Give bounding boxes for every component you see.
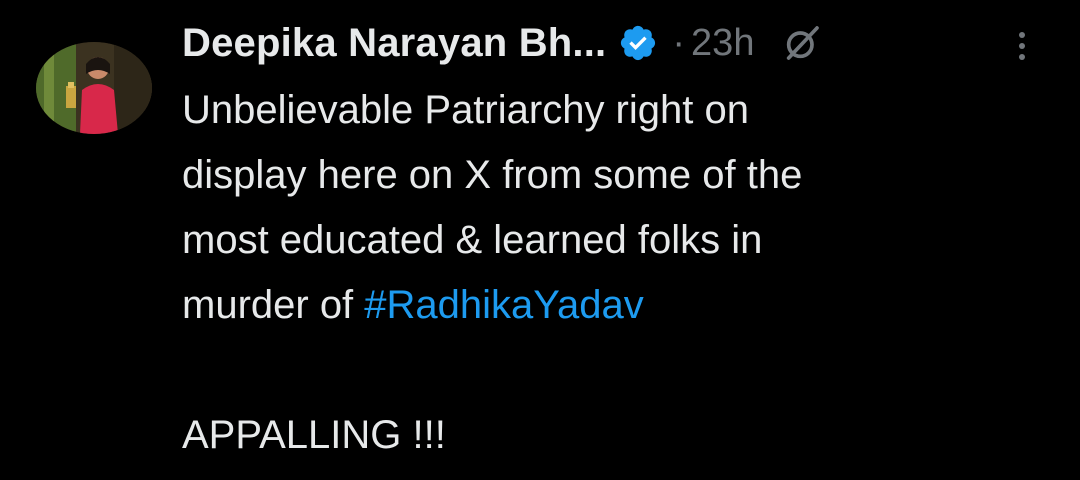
more-dot — [1019, 32, 1025, 38]
avatar[interactable] — [36, 42, 152, 134]
timestamp[interactable]: 23h — [691, 22, 754, 65]
tweet[interactable]: Deepika Narayan Bh... · 23h Unbelievable… — [0, 0, 1080, 480]
tweet-line: Unbelievable Patriarchy right on — [182, 88, 749, 132]
tweet-text: Unbelievable Patriarchy right on display… — [182, 78, 1042, 468]
time-separator: · — [672, 21, 686, 64]
tweet-line: display here on X from some of the — [182, 153, 803, 197]
tweet-line-prefix: murder of — [182, 283, 365, 327]
tweet-header: Deepika Narayan Bh... · 23h — [182, 18, 822, 68]
tweet-line: most educated & learned folks in — [182, 218, 763, 262]
verified-badge-icon[interactable] — [618, 23, 658, 63]
more-dot — [1019, 43, 1025, 49]
author-name[interactable]: Deepika Narayan Bh... — [182, 21, 606, 66]
more-dot — [1019, 54, 1025, 60]
avatar-image — [36, 42, 152, 134]
grok-icon[interactable] — [782, 23, 822, 63]
hashtag-link[interactable]: #RadhikaYadav — [364, 283, 643, 327]
more-options-icon[interactable] — [1004, 24, 1040, 68]
tweet-line: murder of #RadhikaYadav — [182, 273, 1042, 338]
tweet-line: APPALLING !!! — [182, 413, 446, 457]
